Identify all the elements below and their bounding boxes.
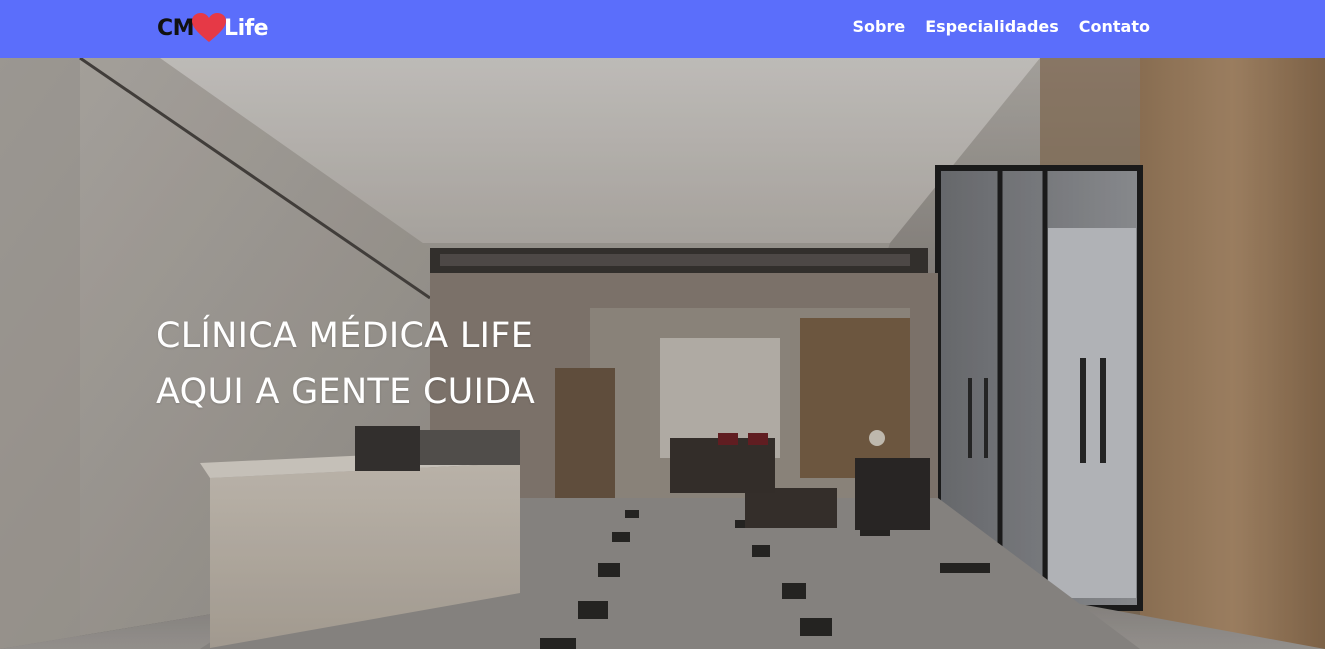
hero-banner: CLÍNICA MÉDICA LIFE AQUI A GENTE CUIDA xyxy=(0,58,1325,649)
hero-heading-line-2: AQUI A GENTE CUIDA xyxy=(156,372,536,412)
nav-link-contato[interactable]: Contato xyxy=(1079,17,1150,36)
main-nav: Sobre Especialidades Contato xyxy=(852,17,1150,36)
nav-link-especialidades[interactable]: Especialidades xyxy=(925,17,1059,36)
nav-link-sobre[interactable]: Sobre xyxy=(852,17,905,36)
brand-logo[interactable]: CM Life xyxy=(157,12,269,44)
logo-prefix: CM xyxy=(157,15,195,41)
hero-heading-line-1: CLÍNICA MÉDICA LIFE xyxy=(156,316,534,356)
top-navbar: CM Life Sobre Especialidades Contato xyxy=(0,0,1325,58)
heart-icon xyxy=(192,13,227,42)
hero-heading: CLÍNICA MÉDICA LIFE AQUI A GENTE CUIDA xyxy=(156,308,535,420)
logo-suffix: Life xyxy=(224,15,269,41)
